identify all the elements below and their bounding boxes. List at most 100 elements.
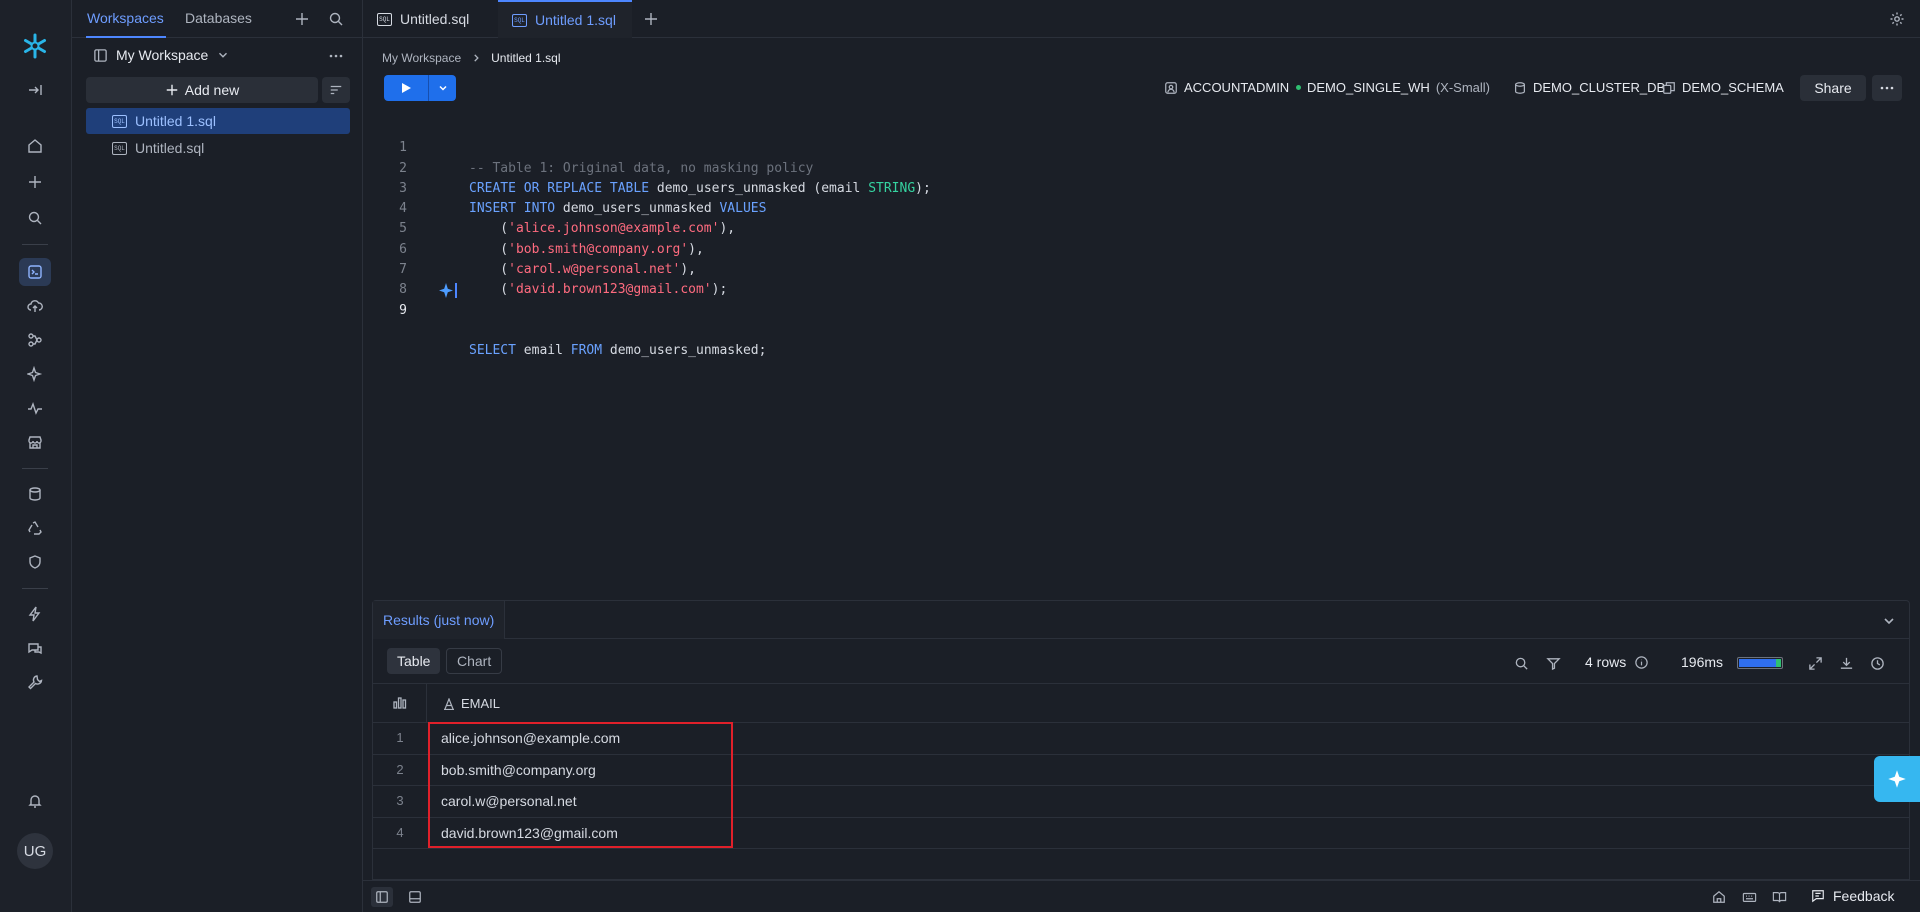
database-icon[interactable]: [19, 480, 51, 508]
row-count-label: 4 rows: [1585, 654, 1627, 670]
query-duration-bar-fill: [1739, 659, 1781, 667]
file-item-untitled-1[interactable]: SQL Untitled 1.sql: [86, 108, 350, 134]
recycle-icon[interactable]: [19, 514, 51, 542]
row-number: 3: [396, 793, 404, 808]
breadcrumb-workspace[interactable]: My Workspace: [382, 51, 461, 65]
run-button[interactable]: [384, 75, 428, 101]
code-line: 8: [363, 260, 1920, 297]
view-tab-table[interactable]: Table: [387, 648, 441, 674]
add-new-label: Add new: [184, 82, 240, 98]
code-line-active: 9 SELECT email FROM demo_users_unmasked;: [363, 280, 1920, 358]
code-line: 5 ('bob.smith@company.org'),: [363, 199, 1920, 256]
role-selector[interactable]: ACCOUNTADMIN: [1164, 80, 1289, 95]
expand-icon[interactable]: [1805, 653, 1825, 673]
row-number: 4: [396, 824, 404, 840]
warehouse-selector[interactable]: DEMO_SINGLE_WH (X-Small): [1296, 80, 1490, 95]
sort-button[interactable]: [322, 77, 350, 103]
collapse-results-icon[interactable]: [1879, 611, 1899, 631]
warehouse-size: (X-Small): [1435, 80, 1490, 95]
settings-gear-icon[interactable]: [1887, 9, 1907, 29]
results-tab[interactable]: Results (just now): [373, 601, 506, 639]
sort-icon: [330, 85, 342, 95]
file-name: Untitled.sql: [135, 140, 205, 156]
database-label: DEMO_CLUSTER_DB: [1533, 80, 1666, 95]
sparkle-icon: [1888, 770, 1906, 788]
editor-tab-untitled-1[interactable]: SQL Untitled 1.sql: [498, 0, 632, 38]
worksheets-icon[interactable]: [19, 258, 51, 286]
collapse-sidebar-icon[interactable]: [19, 76, 51, 104]
sql-file-icon: SQL: [112, 141, 127, 155]
code-line: 3 INSERT INTO demo_users_unmasked VALUES: [363, 159, 1920, 216]
sql-file-icon: SQL: [512, 13, 527, 27]
home-icon[interactable]: [19, 132, 51, 160]
feedback-label: Feedback: [1833, 888, 1895, 904]
query-duration-bar: [1737, 657, 1783, 669]
code-line: 2 CREATE OR REPLACE TABLE demo_users_unm…: [363, 138, 1920, 196]
more-options-icon[interactable]: [324, 46, 348, 66]
lightning-icon[interactable]: [19, 600, 51, 628]
filter-columns-icon[interactable]: [1543, 653, 1563, 673]
column-header-email[interactable]: EMAIL: [443, 696, 500, 711]
search-icon[interactable]: [19, 204, 51, 232]
add-new-button[interactable]: Add new: [86, 77, 318, 103]
ai-sparkle-icon[interactable]: [438, 282, 458, 299]
run-options-dropdown[interactable]: [428, 75, 456, 101]
editor-more-button[interactable]: [1872, 75, 1902, 101]
tab-workspaces[interactable]: Workspaces: [87, 10, 164, 26]
column-stats-icon[interactable]: [373, 684, 427, 722]
info-icon[interactable]: [1634, 655, 1649, 670]
data-upload-icon[interactable]: [19, 292, 51, 320]
tab-databases[interactable]: Databases: [185, 10, 252, 26]
schema-label: DEMO_SCHEMA: [1682, 80, 1784, 95]
editor-tab-label: Untitled.sql: [400, 11, 470, 27]
sql-code-editor[interactable]: 1 -- Table 1: Original data, no masking …: [363, 118, 1920, 358]
search-icon[interactable]: [1511, 653, 1531, 673]
search-icon[interactable]: [326, 9, 346, 29]
docs-book-icon[interactable]: [1769, 887, 1789, 907]
ai-assistant-button[interactable]: [1874, 756, 1920, 802]
home-icon[interactable]: [1709, 887, 1729, 907]
new-tab-icon[interactable]: [641, 9, 661, 29]
rail-divider: [22, 244, 48, 245]
add-icon[interactable]: [292, 9, 312, 29]
data-sharing-icon[interactable]: [19, 634, 51, 662]
sql-file-icon: SQL: [112, 114, 127, 128]
share-button[interactable]: Share: [1800, 75, 1866, 101]
toggle-results-panel-icon[interactable]: [404, 887, 426, 907]
more-options-icon: [1880, 86, 1894, 90]
download-icon[interactable]: [1836, 653, 1856, 673]
toggle-sidebar-icon[interactable]: [371, 887, 393, 907]
rail-divider: [22, 588, 48, 589]
shield-icon[interactable]: [19, 548, 51, 576]
plus-icon: [166, 84, 177, 96]
keyboard-icon[interactable]: [1739, 887, 1759, 907]
file-item-untitled[interactable]: SQL Untitled.sql: [86, 135, 350, 161]
history-clock-icon[interactable]: [1867, 653, 1887, 673]
projects-icon[interactable]: [19, 326, 51, 354]
code-text: SELECT email FROM demo_users_unmasked;: [469, 343, 767, 359]
database-selector[interactable]: DEMO_CLUSTER_DB: [1513, 80, 1665, 95]
feedback-icon: [1812, 890, 1824, 903]
editor-tab-bar: SQL Untitled.sql SQL Untitled 1.sql: [363, 0, 1920, 38]
play-icon: [402, 83, 411, 93]
admin-icon[interactable]: [19, 668, 51, 696]
view-tab-chart[interactable]: Chart: [446, 648, 503, 674]
feedback-button[interactable]: Feedback: [1811, 888, 1894, 904]
schema-selector[interactable]: DEMO_SCHEMA: [1662, 80, 1784, 95]
editor-tab-untitled[interactable]: SQL Untitled.sql: [363, 0, 483, 38]
chevron-down-icon: [219, 52, 228, 58]
workspace-selector[interactable]: My Workspace: [93, 47, 230, 63]
plus-icon[interactable]: [19, 168, 51, 196]
text-type-icon: [444, 697, 454, 710]
code-line: 1 -- Table 1: Original data, no masking …: [363, 118, 1920, 175]
marketplace-icon[interactable]: [19, 428, 51, 456]
line-number: 9: [399, 302, 407, 318]
bell-icon[interactable]: [19, 787, 51, 815]
monitoring-icon[interactable]: [19, 394, 51, 422]
ai-sparkle-icon[interactable]: [19, 360, 51, 388]
sql-file-icon: SQL: [377, 12, 392, 26]
highlight-annotation-box: [428, 722, 733, 848]
user-avatar[interactable]: UG: [17, 833, 53, 869]
status-bar: Feedback: [363, 880, 1920, 912]
snowflake-logo-icon[interactable]: [19, 32, 51, 60]
